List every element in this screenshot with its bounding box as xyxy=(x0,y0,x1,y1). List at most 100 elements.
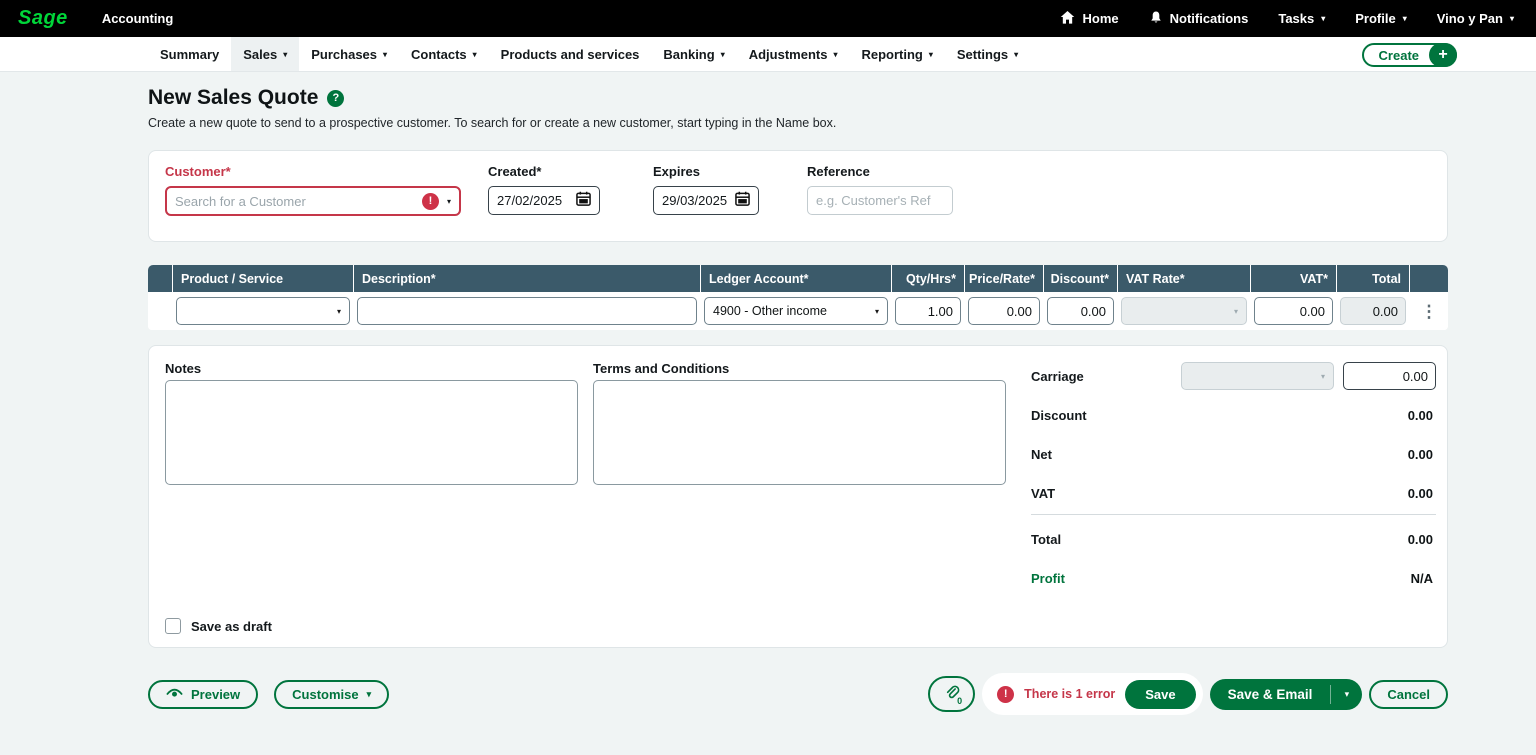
preview-button[interactable]: Preview xyxy=(148,680,258,709)
save-button[interactable]: Save xyxy=(1125,680,1195,709)
vat-total-label: VAT xyxy=(1031,486,1055,501)
carriage-ledger-select: ▾ xyxy=(1181,362,1334,390)
chevron-down-icon: ▾ xyxy=(367,689,372,700)
save-as-draft-label: Save as draft xyxy=(191,619,272,634)
column-drag-handle xyxy=(148,265,172,292)
cancel-button[interactable]: Cancel xyxy=(1369,680,1448,709)
home-menu-item[interactable]: Home xyxy=(1060,10,1118,28)
column-product-service: Product / Service xyxy=(173,265,353,292)
nav-item-settings[interactable]: Settings▾ xyxy=(945,37,1030,71)
carriage-amount-input[interactable] xyxy=(1343,362,1436,390)
nav-item-reporting[interactable]: Reporting▾ xyxy=(849,37,944,71)
reference-input[interactable] xyxy=(816,193,944,208)
page-subtitle: Create a new quote to send to a prospect… xyxy=(148,116,836,130)
save-and-email-dropdown[interactable]: ▾ xyxy=(1331,679,1362,710)
quote-details-card: Customer* ! ▾ Created* Expires xyxy=(148,150,1448,242)
qty-hrs-input[interactable] xyxy=(895,297,961,325)
plus-icon: + xyxy=(1429,43,1457,67)
customer-search-combobox[interactable]: ! ▾ xyxy=(165,186,461,216)
expires-date-input[interactable] xyxy=(662,193,728,208)
chevron-down-icon: ▾ xyxy=(1014,50,1018,59)
discount-input[interactable] xyxy=(1047,297,1114,325)
notes-textarea[interactable] xyxy=(165,380,578,485)
discount-total-value: 0.00 xyxy=(1408,408,1433,423)
reference-field[interactable] xyxy=(807,186,953,215)
chevron-down-icon: ▾ xyxy=(929,50,933,59)
column-total: Total xyxy=(1337,265,1409,292)
profile-menu-item[interactable]: Profile ▾ xyxy=(1355,11,1406,26)
column-price-rate: Price/Rate* xyxy=(965,265,1043,292)
description-input[interactable] xyxy=(357,297,697,325)
nav-item-products-services[interactable]: Products and services xyxy=(489,37,652,71)
tasks-menu-item[interactable]: Tasks ▾ xyxy=(1278,11,1325,26)
column-description: Description* xyxy=(354,265,700,292)
vat-total-value: 0.00 xyxy=(1408,486,1433,501)
chevron-down-icon: ▾ xyxy=(1321,372,1325,381)
company-menu-item[interactable]: Vino y Pan ▾ xyxy=(1437,11,1514,26)
nav-item-adjustments[interactable]: Adjustments▾ xyxy=(737,37,850,71)
net-total-label: Net xyxy=(1031,447,1052,462)
column-vat: VAT* xyxy=(1251,265,1336,292)
nav-item-banking[interactable]: Banking▾ xyxy=(651,37,736,71)
topbar-menu: Home Notifications Tasks ▾ Profile ▾ Vin… xyxy=(1060,10,1514,28)
table-row: ▾ 4900 - Other income ▾ ▾ ⋮ xyxy=(148,292,1448,330)
price-rate-input[interactable] xyxy=(968,297,1040,325)
create-button[interactable]: Create + xyxy=(1362,43,1457,67)
grand-total-value: 0.00 xyxy=(1408,532,1433,547)
help-icon[interactable]: ? xyxy=(327,90,344,107)
profit-value: N/A xyxy=(1411,571,1433,586)
profile-label: Profile xyxy=(1355,11,1395,26)
nav-item-sales[interactable]: Sales▾ xyxy=(231,37,299,71)
terms-label: Terms and Conditions xyxy=(593,361,729,376)
error-save-group: ! There is 1 error Save xyxy=(982,673,1202,715)
main-nav: Summary Sales▾ Purchases▾ Contacts▾ Prod… xyxy=(0,37,1536,72)
column-vat-rate: VAT Rate* xyxy=(1118,265,1250,292)
expires-label: Expires xyxy=(653,164,759,179)
notifications-menu-item[interactable]: Notifications xyxy=(1149,10,1249,28)
calendar-icon[interactable] xyxy=(735,191,750,211)
grand-total-label: Total xyxy=(1031,532,1061,547)
nav-item-summary[interactable]: Summary xyxy=(148,37,231,71)
customise-button[interactable]: Customise ▾ xyxy=(274,680,389,709)
expires-date-field[interactable] xyxy=(653,186,759,215)
customer-search-input[interactable] xyxy=(175,194,414,209)
terms-textarea[interactable] xyxy=(593,380,1006,485)
save-as-draft-checkbox[interactable] xyxy=(165,618,181,634)
vat-rate-select: ▾ xyxy=(1121,297,1247,325)
page-title: New Sales Quote xyxy=(148,86,318,110)
chevron-down-icon: ▾ xyxy=(1321,14,1325,23)
chevron-down-icon: ▾ xyxy=(1345,689,1350,700)
bell-icon xyxy=(1149,10,1163,28)
error-message: There is 1 error xyxy=(1024,687,1115,701)
save-and-email-button[interactable]: Save & Email xyxy=(1210,679,1331,710)
totals-divider xyxy=(1031,514,1436,515)
product-service-select[interactable]: ▾ xyxy=(176,297,350,325)
column-ledger-account: Ledger Account* xyxy=(701,265,891,292)
sage-accounting-app: Sage Accounting Home Notifications Tasks… xyxy=(0,0,1536,755)
topbar: Sage Accounting Home Notifications Tasks… xyxy=(0,0,1536,37)
nav-item-purchases[interactable]: Purchases▾ xyxy=(299,37,399,71)
carriage-label: Carriage xyxy=(1031,369,1084,384)
nav-item-contacts[interactable]: Contacts▾ xyxy=(399,37,489,71)
net-total-value: 0.00 xyxy=(1408,447,1433,462)
home-label: Home xyxy=(1082,11,1118,26)
line-items-table: Product / Service Description* Ledger Ac… xyxy=(148,265,1448,330)
row-actions-kebab-icon[interactable]: ⋮ xyxy=(1410,303,1448,320)
ledger-account-select[interactable]: 4900 - Other income ▾ xyxy=(704,297,888,325)
attachments-button[interactable]: 0 xyxy=(928,676,975,712)
app-name: Accounting xyxy=(102,11,174,26)
save-and-email-split-button: Save & Email ▾ xyxy=(1210,679,1363,710)
sage-logo[interactable]: Sage xyxy=(18,7,68,30)
notes-label: Notes xyxy=(165,361,201,376)
notifications-label: Notifications xyxy=(1170,11,1249,26)
save-as-draft-row: Save as draft xyxy=(165,618,272,634)
chevron-down-icon: ▾ xyxy=(337,307,341,316)
created-date-input[interactable] xyxy=(497,193,569,208)
chevron-down-icon: ▾ xyxy=(875,307,879,316)
chevron-down-icon: ▾ xyxy=(383,50,387,59)
created-date-field[interactable] xyxy=(488,186,600,215)
vat-input[interactable] xyxy=(1254,297,1333,325)
chevron-down-icon: ▾ xyxy=(1403,14,1407,23)
calendar-icon[interactable] xyxy=(576,191,591,211)
chevron-down-icon: ▾ xyxy=(1234,307,1238,316)
